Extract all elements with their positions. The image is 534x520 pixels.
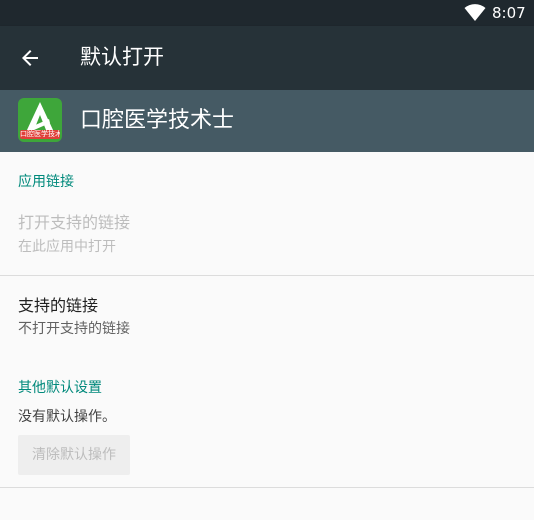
status-bar: 8:07 [0, 0, 534, 26]
section-header-other-defaults: 其他默认设置 [18, 380, 102, 396]
open-supported-links-summary: 在此应用中打开 [18, 239, 116, 255]
wifi-icon [464, 4, 486, 21]
clear-defaults-button[interactable]: 清除默认操作 [18, 435, 130, 475]
supported-links-preference[interactable]: 支持的链接 不打开支持的链接 [0, 276, 534, 350]
app-icon: 口腔医学技术 [18, 98, 62, 142]
page-title: 默认打开 [80, 45, 164, 69]
toolbar: 默认打开 [0, 26, 534, 90]
app-header: 口腔医学技术 口腔医学技术士 [0, 90, 534, 152]
arrow-back-icon[interactable] [18, 46, 42, 70]
supported-links-summary: 不打开支持的链接 [18, 321, 130, 337]
section-header-app-links: 应用链接 [18, 174, 74, 190]
status-time: 8:07 [492, 4, 526, 22]
app-name: 口腔医学技术士 [80, 108, 235, 133]
divider [0, 487, 534, 488]
open-supported-links-title: 打开支持的链接 [18, 213, 131, 232]
app-icon-tag: 口腔医学技术 [20, 130, 60, 139]
no-default-actions-text: 没有默认操作。 [18, 409, 116, 425]
supported-links-title: 支持的链接 [18, 296, 99, 315]
